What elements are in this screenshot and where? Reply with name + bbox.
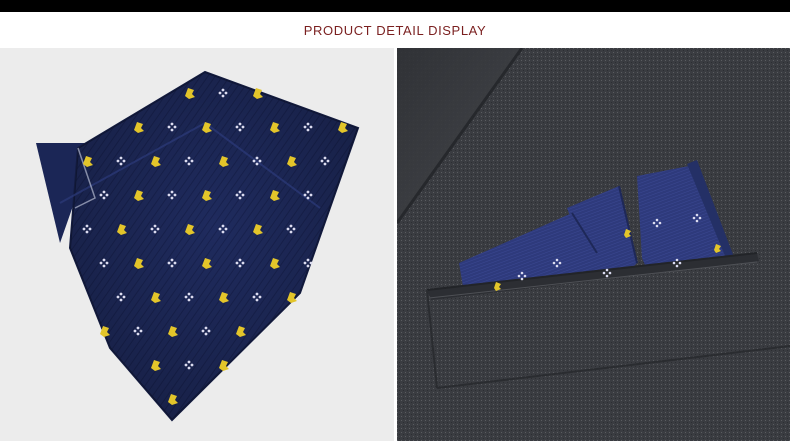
- section-title: PRODUCT DETAIL DISPLAY: [303, 22, 487, 38]
- product-photo-flat: [0, 48, 394, 441]
- suit-pocket-illustration: [397, 48, 790, 441]
- pocket-square-illustration: [0, 48, 394, 441]
- top-black-bar: [0, 0, 790, 12]
- product-photo-in-pocket: [397, 48, 790, 441]
- section-heading: PRODUCT DETAIL DISPLAY: [0, 12, 790, 48]
